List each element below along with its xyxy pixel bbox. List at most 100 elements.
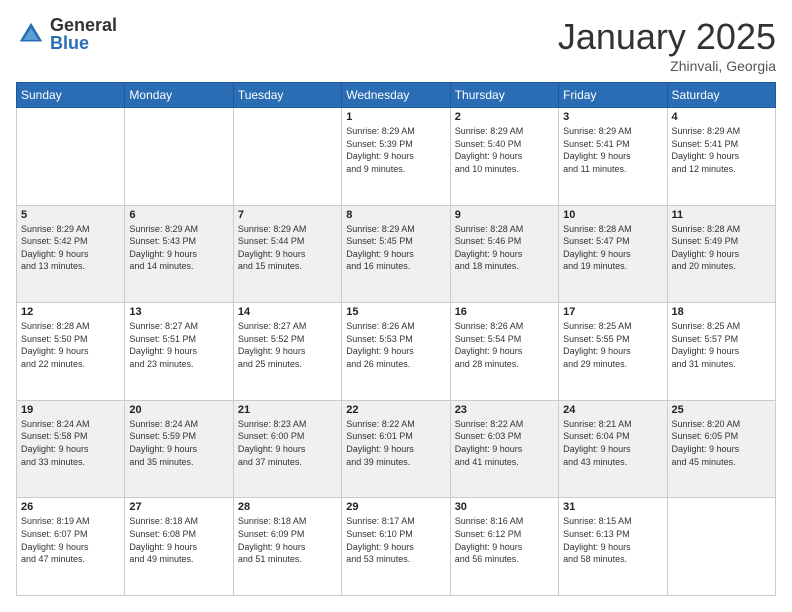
logo-icon [16,19,46,49]
day-number: 18 [672,306,771,318]
day-number: 15 [346,306,445,318]
calendar-week-5: 26Sunrise: 8:19 AM Sunset: 6:07 PM Dayli… [17,498,776,596]
day-number: 28 [238,501,337,513]
day-info: Sunrise: 8:27 AM Sunset: 5:52 PM Dayligh… [238,320,337,370]
calendar-cell: 12 Sunrise: 8:28 AM Sunset: 5:50 PM Dayli… [17,303,125,401]
day-number: 25 [672,404,771,416]
day-info: Sunrise: 8:29 AM Sunset: 5:41 PM Dayligh… [563,125,662,175]
day-info: Sunrise: 8:20 AM Sunset: 6:05 PM Dayligh… [672,418,771,468]
page: General Blue January 2025 Zhinvali, Geor… [0,0,792,612]
day-info: Sunrise: 8:28 AM Sunset: 5:50 PM Dayligh… [21,320,120,370]
weekday-header-saturday: Saturday [667,83,775,108]
calendar-cell: 29Sunrise: 8:17 AM Sunset: 6:10 PM Dayli… [342,498,450,596]
calendar-cell: 4 Sunrise: 8:29 AM Sunset: 5:41 PM Daylig… [667,108,775,206]
day-info: Sunrise: 8:23 AM Sunset: 6:00 PM Dayligh… [238,418,337,468]
day-info: Sunrise: 8:29 AM Sunset: 5:43 PM Dayligh… [129,223,228,273]
calendar-cell: 18 Sunrise: 8:25 AM Sunset: 5:57 PM Dayli… [667,303,775,401]
day-number: 8 [346,209,445,221]
calendar-cell: 15 Sunrise: 8:26 AM Sunset: 5:53 PM Dayli… [342,303,450,401]
day-number: 11 [672,209,771,221]
day-number: 2 [455,111,554,123]
calendar-week-2: 5 Sunrise: 8:29 AM Sunset: 5:42 PM Daylig… [17,205,776,303]
day-number: 5 [21,209,120,221]
day-number: 4 [672,111,771,123]
day-info: Sunrise: 8:18 AM Sunset: 6:08 PM Dayligh… [129,515,228,565]
calendar-cell: 1Sunrise: 8:29 AM Sunset: 5:39 PM Daylig… [342,108,450,206]
logo: General Blue [16,16,117,52]
day-number: 16 [455,306,554,318]
calendar-cell [125,108,233,206]
day-info: Sunrise: 8:18 AM Sunset: 6:09 PM Dayligh… [238,515,337,565]
calendar-cell: 27 Sunrise: 8:18 AM Sunset: 6:08 PM Dayli… [125,498,233,596]
calendar-cell: 30Sunrise: 8:16 AM Sunset: 6:12 PM Dayli… [450,498,558,596]
calendar-cell [233,108,341,206]
day-number: 3 [563,111,662,123]
day-number: 10 [563,209,662,221]
calendar-cell: 26Sunrise: 8:19 AM Sunset: 6:07 PM Dayli… [17,498,125,596]
calendar-cell: 9 Sunrise: 8:28 AM Sunset: 5:46 PM Daylig… [450,205,558,303]
calendar-cell: 14 Sunrise: 8:27 AM Sunset: 5:52 PM Dayli… [233,303,341,401]
day-info: Sunrise: 8:15 AM Sunset: 6:13 PM Dayligh… [563,515,662,565]
calendar-cell: 22 Sunrise: 8:22 AM Sunset: 6:01 PM Dayli… [342,400,450,498]
weekday-header-friday: Friday [559,83,667,108]
day-info: Sunrise: 8:29 AM Sunset: 5:41 PM Dayligh… [672,125,771,175]
calendar-cell: 25 Sunrise: 8:20 AM Sunset: 6:05 PM Dayli… [667,400,775,498]
day-info: Sunrise: 8:26 AM Sunset: 5:53 PM Dayligh… [346,320,445,370]
calendar-cell: 20Sunrise: 8:24 AM Sunset: 5:59 PM Dayli… [125,400,233,498]
logo-general-text: General [50,16,117,34]
day-info: Sunrise: 8:27 AM Sunset: 5:51 PM Dayligh… [129,320,228,370]
day-number: 19 [21,404,120,416]
calendar-cell: 6 Sunrise: 8:29 AM Sunset: 5:43 PM Daylig… [125,205,233,303]
location: Zhinvali, Georgia [558,58,776,74]
day-info: Sunrise: 8:24 AM Sunset: 5:58 PM Dayligh… [21,418,120,468]
calendar-cell: 3 Sunrise: 8:29 AM Sunset: 5:41 PM Daylig… [559,108,667,206]
day-number: 21 [238,404,337,416]
day-number: 23 [455,404,554,416]
day-info: Sunrise: 8:21 AM Sunset: 6:04 PM Dayligh… [563,418,662,468]
day-number: 30 [455,501,554,513]
weekday-header-sunday: Sunday [17,83,125,108]
logo-blue-text: Blue [50,34,117,52]
calendar-cell [667,498,775,596]
day-info: Sunrise: 8:25 AM Sunset: 5:57 PM Dayligh… [672,320,771,370]
day-number: 13 [129,306,228,318]
day-info: Sunrise: 8:28 AM Sunset: 5:46 PM Dayligh… [455,223,554,273]
day-number: 24 [563,404,662,416]
calendar-cell: 24 Sunrise: 8:21 AM Sunset: 6:04 PM Dayli… [559,400,667,498]
logo-text: General Blue [50,16,117,52]
calendar-cell: 21 Sunrise: 8:23 AM Sunset: 6:00 PM Dayli… [233,400,341,498]
weekday-header-monday: Monday [125,83,233,108]
day-info: Sunrise: 8:28 AM Sunset: 5:49 PM Dayligh… [672,223,771,273]
calendar-cell: 17 Sunrise: 8:25 AM Sunset: 5:55 PM Dayli… [559,303,667,401]
day-info: Sunrise: 8:22 AM Sunset: 6:03 PM Dayligh… [455,418,554,468]
day-info: Sunrise: 8:29 AM Sunset: 5:39 PM Dayligh… [346,125,445,175]
calendar-cell: 11 Sunrise: 8:28 AM Sunset: 5:49 PM Dayli… [667,205,775,303]
header: General Blue January 2025 Zhinvali, Geor… [16,16,776,74]
weekday-header-wednesday: Wednesday [342,83,450,108]
month-title: January 2025 [558,16,776,58]
day-info: Sunrise: 8:29 AM Sunset: 5:42 PM Dayligh… [21,223,120,273]
day-number: 22 [346,404,445,416]
calendar-cell: 8Sunrise: 8:29 AM Sunset: 5:45 PM Daylig… [342,205,450,303]
calendar-week-1: 1Sunrise: 8:29 AM Sunset: 5:39 PM Daylig… [17,108,776,206]
day-number: 31 [563,501,662,513]
day-info: Sunrise: 8:22 AM Sunset: 6:01 PM Dayligh… [346,418,445,468]
day-info: Sunrise: 8:26 AM Sunset: 5:54 PM Dayligh… [455,320,554,370]
calendar-cell: 5 Sunrise: 8:29 AM Sunset: 5:42 PM Daylig… [17,205,125,303]
day-number: 7 [238,209,337,221]
calendar-cell: 31 Sunrise: 8:15 AM Sunset: 6:13 PM Dayli… [559,498,667,596]
day-number: 6 [129,209,228,221]
day-info: Sunrise: 8:29 AM Sunset: 5:44 PM Dayligh… [238,223,337,273]
day-number: 17 [563,306,662,318]
day-info: Sunrise: 8:25 AM Sunset: 5:55 PM Dayligh… [563,320,662,370]
day-number: 9 [455,209,554,221]
day-info: Sunrise: 8:17 AM Sunset: 6:10 PM Dayligh… [346,515,445,565]
day-number: 12 [21,306,120,318]
calendar-week-3: 12 Sunrise: 8:28 AM Sunset: 5:50 PM Dayli… [17,303,776,401]
calendar-cell: 19 Sunrise: 8:24 AM Sunset: 5:58 PM Dayli… [17,400,125,498]
day-info: Sunrise: 8:29 AM Sunset: 5:40 PM Dayligh… [455,125,554,175]
day-number: 14 [238,306,337,318]
calendar-cell: 13 Sunrise: 8:27 AM Sunset: 5:51 PM Dayli… [125,303,233,401]
day-info: Sunrise: 8:28 AM Sunset: 5:47 PM Dayligh… [563,223,662,273]
day-number: 27 [129,501,228,513]
